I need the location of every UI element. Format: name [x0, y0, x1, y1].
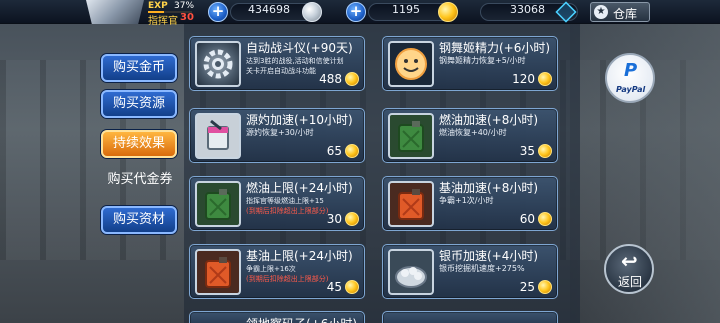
gold-coin-icon — [345, 280, 359, 294]
gold-coin-icon — [345, 144, 359, 158]
add-silver-button[interactable]: + — [208, 2, 228, 22]
gold-coin-icon — [345, 212, 359, 226]
back-label: 返回 — [618, 275, 643, 289]
back-button[interactable]: ↩ 返回 — [604, 244, 654, 294]
gear-icon — [195, 41, 241, 87]
item-note: (到期后扣除超出上限部分) — [246, 275, 329, 283]
item-card-fuel-boost[interactable]: 燃油加速(+8小时) 燃油恢复+40/小时 35 — [382, 108, 558, 163]
exp-label: EXP — [148, 1, 168, 11]
silver-coin-icon — [302, 2, 322, 22]
green-jerrycan-icon — [195, 181, 241, 227]
coin-bag-icon — [388, 249, 434, 295]
crystal-value: 33068 — [510, 3, 545, 16]
item-card-base-oil-boost[interactable]: 基油加速(+8小时) 争霸+1次/小时 60 — [382, 176, 558, 231]
item-price: 30 — [326, 212, 342, 226]
item-title: 基油加速(+8小时) — [439, 181, 539, 195]
gold-coin-icon — [345, 72, 359, 86]
item-price: 488 — [319, 72, 342, 86]
star-icon: ★ — [594, 5, 608, 19]
gold-coin-icon — [438, 2, 458, 22]
gold-coin-icon — [538, 280, 552, 294]
item-card-silver-boost[interactable]: 银币加速(+4小时) 银币挖掘机速度+275% 25 — [382, 244, 558, 299]
item-title: 源妁加速(+10小时) — [246, 113, 353, 127]
tab-buy-materials[interactable]: 购买资材 — [101, 206, 177, 234]
item-desc: 指挥官等级燃油上限+15 — [246, 197, 324, 205]
item-price: 45 — [326, 280, 342, 294]
item-title: 燃油上限(+24小时) — [246, 181, 353, 195]
item-list-panel: 自动战斗仪(+90天) 达到3胜的战役,活动和信使计划 关卡开启自动战斗功能 4… — [184, 24, 580, 323]
paypal-button[interactable]: P PayPal — [605, 53, 655, 103]
tab-buy-vouchers[interactable]: 购买代金券 — [98, 168, 182, 196]
item-title: 燃油加速(+8小时) — [439, 113, 539, 127]
item-title: 领地察码子(+6小时) — [246, 315, 357, 323]
tab-continuous-effects[interactable]: 持续效果 — [101, 130, 177, 158]
gold-coin-icon — [538, 72, 552, 86]
item-card-territory[interactable]: 领地察码子(+6小时) — [189, 311, 365, 323]
item-desc: 争霸上限+16次 — [246, 265, 296, 273]
item-title: 基油上限(+24小时) — [246, 249, 353, 263]
item-desc-line2: 关卡开启自动战斗功能 — [246, 67, 316, 75]
gold-value: 1195 — [392, 3, 420, 16]
commander-avatar[interactable] — [86, 0, 144, 24]
smiley-face-icon — [388, 41, 434, 87]
gold-coin-icon — [538, 144, 552, 158]
tab-buy-gold[interactable]: 购买金币 — [101, 54, 177, 82]
back-arrow-icon: ↩ — [621, 249, 638, 273]
tab-buy-resources[interactable]: 购买资源 — [101, 90, 177, 118]
red-jerrycan-icon — [388, 181, 434, 227]
silver-value: 434698 — [248, 3, 290, 16]
item-title: 钢舞姬精力(+6小时) — [439, 41, 551, 55]
item-card-fuel-cap[interactable]: 燃油上限(+24小时) 指挥官等级燃油上限+15 (到期后扣除超出上限部分) 3… — [189, 176, 365, 231]
item-card-source-boost[interactable]: 源妁加速(+10小时) 源妁恢复+30/小时 65 — [189, 108, 365, 163]
item-title: 自动战斗仪(+90天) — [246, 41, 353, 55]
item-desc: 争霸+1次/小时 — [439, 196, 494, 205]
item-card-auto-battle[interactable]: 自动战斗仪(+90天) 达到3胜的战役,活动和信使计划 关卡开启自动战斗功能 4… — [189, 36, 365, 91]
item-note: (到期后扣除超出上限部分) — [246, 207, 329, 215]
paypal-label: PayPal — [616, 85, 646, 94]
green-jerrycan-icon — [388, 113, 434, 159]
rank-label: 指挥官 — [148, 16, 178, 27]
top-resource-bar: EXP 37% 指挥官 30 + 434698 + 1195 33068 ★ 仓… — [0, 0, 720, 27]
item-price: 65 — [326, 144, 342, 158]
bucket-icon — [195, 113, 241, 159]
item-desc: 燃油恢复+40/小时 — [439, 128, 507, 137]
exp-percent: 37% — [174, 1, 195, 11]
item-price: 60 — [519, 212, 535, 226]
item-price: 120 — [512, 72, 535, 86]
item-desc: 钢舞姬精力恢复+5/小时 — [439, 56, 526, 65]
red-jerrycan-icon — [195, 249, 241, 295]
item-card-dancer-stamina[interactable]: 钢舞姬精力(+6小时) 钢舞姬精力恢复+5/小时 120 — [382, 36, 558, 91]
warehouse-label: 仓库 — [613, 7, 638, 21]
warehouse-button[interactable]: ★ 仓库 — [590, 2, 650, 22]
item-desc: 银币挖掘机速度+275% — [439, 264, 525, 273]
item-card-base-oil-cap[interactable]: 基油上限(+24小时) 争霸上限+16次 (到期后扣除超出上限部分) 45 — [189, 244, 365, 299]
item-price: 25 — [519, 280, 535, 294]
gold-coin-icon — [538, 212, 552, 226]
item-title: 银币加速(+4小时) — [439, 249, 539, 263]
rank-value: 30 — [180, 12, 194, 23]
item-price: 35 — [519, 144, 535, 158]
item-desc: 源妁恢复+30/小时 — [246, 128, 314, 137]
paypal-icon: P — [624, 60, 638, 81]
item-card-partial[interactable] — [382, 311, 558, 323]
add-gold-button[interactable]: + — [346, 2, 366, 22]
item-desc: 达到3胜的战役,活动和信使计划 — [246, 57, 344, 65]
